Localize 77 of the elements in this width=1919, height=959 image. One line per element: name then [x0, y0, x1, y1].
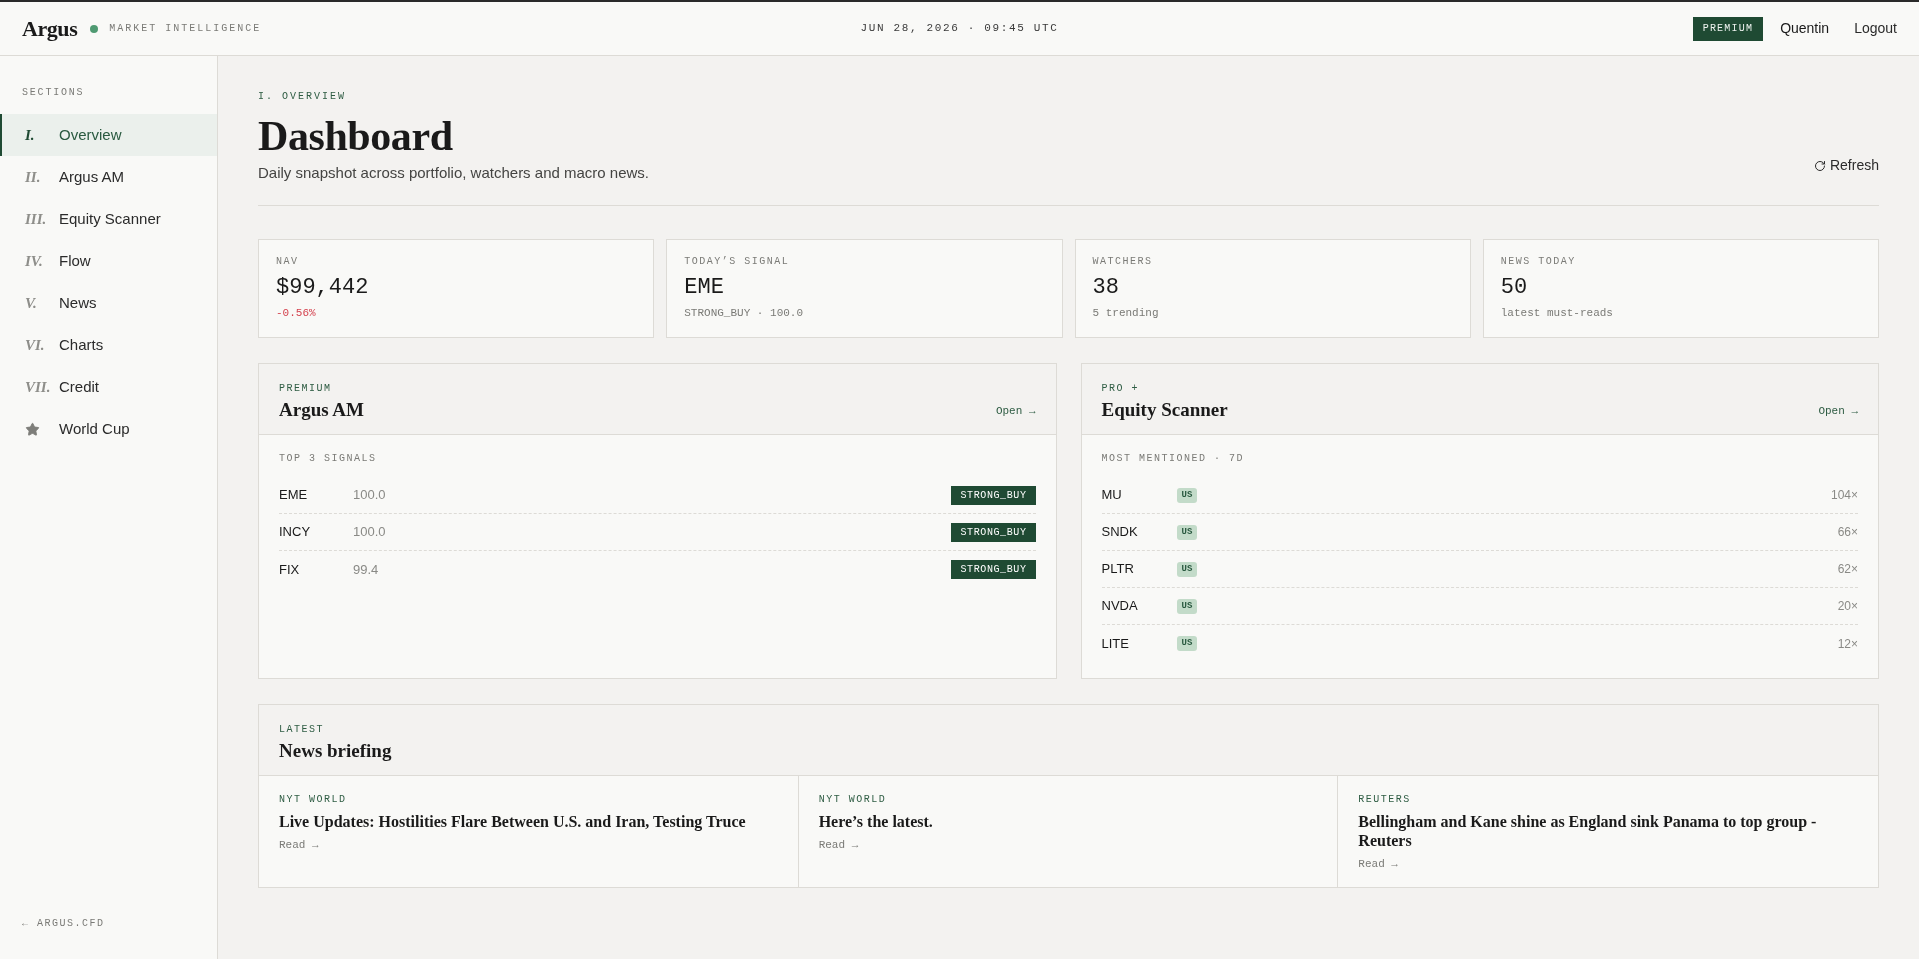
- score-text: 100.0: [353, 486, 386, 505]
- mention-count: 104×: [1830, 487, 1858, 504]
- read-link[interactable]: Read →: [279, 837, 319, 854]
- market-tag: US: [1176, 487, 1198, 503]
- signal-tag: STRONG_BUY: [951, 560, 1036, 579]
- stat-label: WATCHERS: [1092, 255, 1153, 268]
- open-link[interactable]: Open →: [1818, 402, 1858, 419]
- score-text: 99.4: [353, 560, 379, 579]
- ticker-text: EME: [279, 486, 309, 505]
- logout-link[interactable]: Logout: [1854, 18, 1897, 39]
- read-link[interactable]: Read →: [1358, 856, 1398, 873]
- news-source: NYT WORLD: [818, 793, 887, 806]
- sidebar-item[interactable]: II. Argus AM: [0, 156, 217, 198]
- star-icon: [25, 421, 40, 437]
- market-tag: US: [1176, 636, 1198, 651]
- stat-note: 5 trending: [1092, 306, 1159, 320]
- sidebar-item[interactable]: I. Overview: [0, 114, 217, 156]
- signal-tag: STRONG_BUY: [951, 522, 1036, 542]
- sidebar-item[interactable]: VII. Credit: [0, 366, 217, 408]
- market-tag: US: [1176, 598, 1198, 614]
- ticker-text: NVDA: [1101, 597, 1139, 616]
- panel-title: Argus AM: [279, 398, 364, 422]
- news-headline[interactable]: Here’s the latest.: [818, 812, 933, 831]
- page-eyebrow: I. OVERVIEW: [258, 90, 346, 104]
- read-link[interactable]: Read →: [818, 837, 859, 854]
- date-time: JUN 28, 2026 · 09:45 UTC: [860, 21, 1059, 37]
- footer-link[interactable]: ← ARGUS.CFD: [22, 916, 105, 931]
- sidebar-heading: SECTIONS: [22, 87, 85, 99]
- news-headline[interactable]: Bellingham and Kane shine as England sink Panama to top group - Reuters: [1358, 812, 1858, 850]
- stat-value: 50: [1500, 274, 1528, 302]
- sidebar-item[interactable]: IV. Flow: [0, 240, 217, 282]
- mention-count: 66×: [1837, 524, 1858, 541]
- panel-eyebrow: PREMIUM: [279, 382, 332, 395]
- sidebar-item[interactable]: VI. Charts: [0, 324, 217, 366]
- ticker-text: LITE: [1101, 634, 1130, 653]
- stat-value: 38: [1092, 274, 1119, 302]
- ticker-text: MU: [1101, 486, 1123, 505]
- user-link[interactable]: Quentin: [1780, 18, 1830, 39]
- news-source: NYT WORLD: [279, 793, 347, 806]
- score-text: 100.0: [353, 523, 386, 542]
- stat-label: NAV: [276, 255, 299, 268]
- refresh-button[interactable]: Refresh: [1813, 155, 1879, 176]
- sidebar-item[interactable]: III. Equity Scanner: [0, 198, 217, 240]
- open-link[interactable]: Open →: [995, 402, 1036, 419]
- refresh-icon: [1813, 159, 1826, 172]
- stat-label: TODAY’S SIGNAL: [684, 255, 790, 268]
- section-label: TOP 3 SIGNALS: [279, 453, 377, 465]
- page-subtitle: Daily snapshot across portfolio, watchers and macro news.: [258, 163, 649, 183]
- ticker-text: PLTR: [1101, 560, 1135, 579]
- stat-note: STRONG_BUY · 100.0: [684, 306, 804, 320]
- plan-badge: PREMIUM: [1692, 16, 1764, 41]
- stat-note: -0.56%: [276, 306, 316, 320]
- stat-label: NEWS TODAY: [1500, 255, 1576, 268]
- ticker-text: FIX: [279, 560, 301, 579]
- market-tag: US: [1176, 524, 1198, 540]
- mention-count: 12×: [1837, 635, 1858, 653]
- stat-value: EME: [684, 274, 724, 302]
- stat-note: latest must-reads: [1500, 306, 1613, 320]
- tagline: MARKET INTELLIGENCE: [109, 22, 262, 36]
- sidebar-item[interactable]: World Cup: [0, 408, 217, 450]
- sidebar-item[interactable]: V. News: [0, 282, 217, 324]
- ticker-text: INCY: [279, 523, 312, 542]
- mention-count: 20×: [1837, 598, 1858, 615]
- news-headline[interactable]: Live Updates: Hostilities Flare Between U.S. and Iran, Testing Truce: [279, 812, 746, 831]
- page-title: Dashboard: [258, 113, 453, 159]
- mention-count: 62×: [1837, 561, 1858, 578]
- ticker-text: SNDK: [1101, 523, 1139, 542]
- market-tag: US: [1176, 561, 1198, 577]
- signal-tag: STRONG_BUY: [951, 485, 1036, 505]
- section-label: MOST MENTIONED · 7D: [1101, 453, 1245, 465]
- panel-eyebrow: PRO +: [1101, 382, 1139, 395]
- stat-value: $99,442: [276, 274, 369, 302]
- news-source: REUTERS: [1358, 793, 1411, 806]
- panel-title: News briefing: [279, 739, 392, 763]
- panel-eyebrow: LATEST: [279, 723, 324, 736]
- panel-title: Equity Scanner: [1101, 398, 1228, 422]
- brand-logo: Argus: [22, 15, 78, 43]
